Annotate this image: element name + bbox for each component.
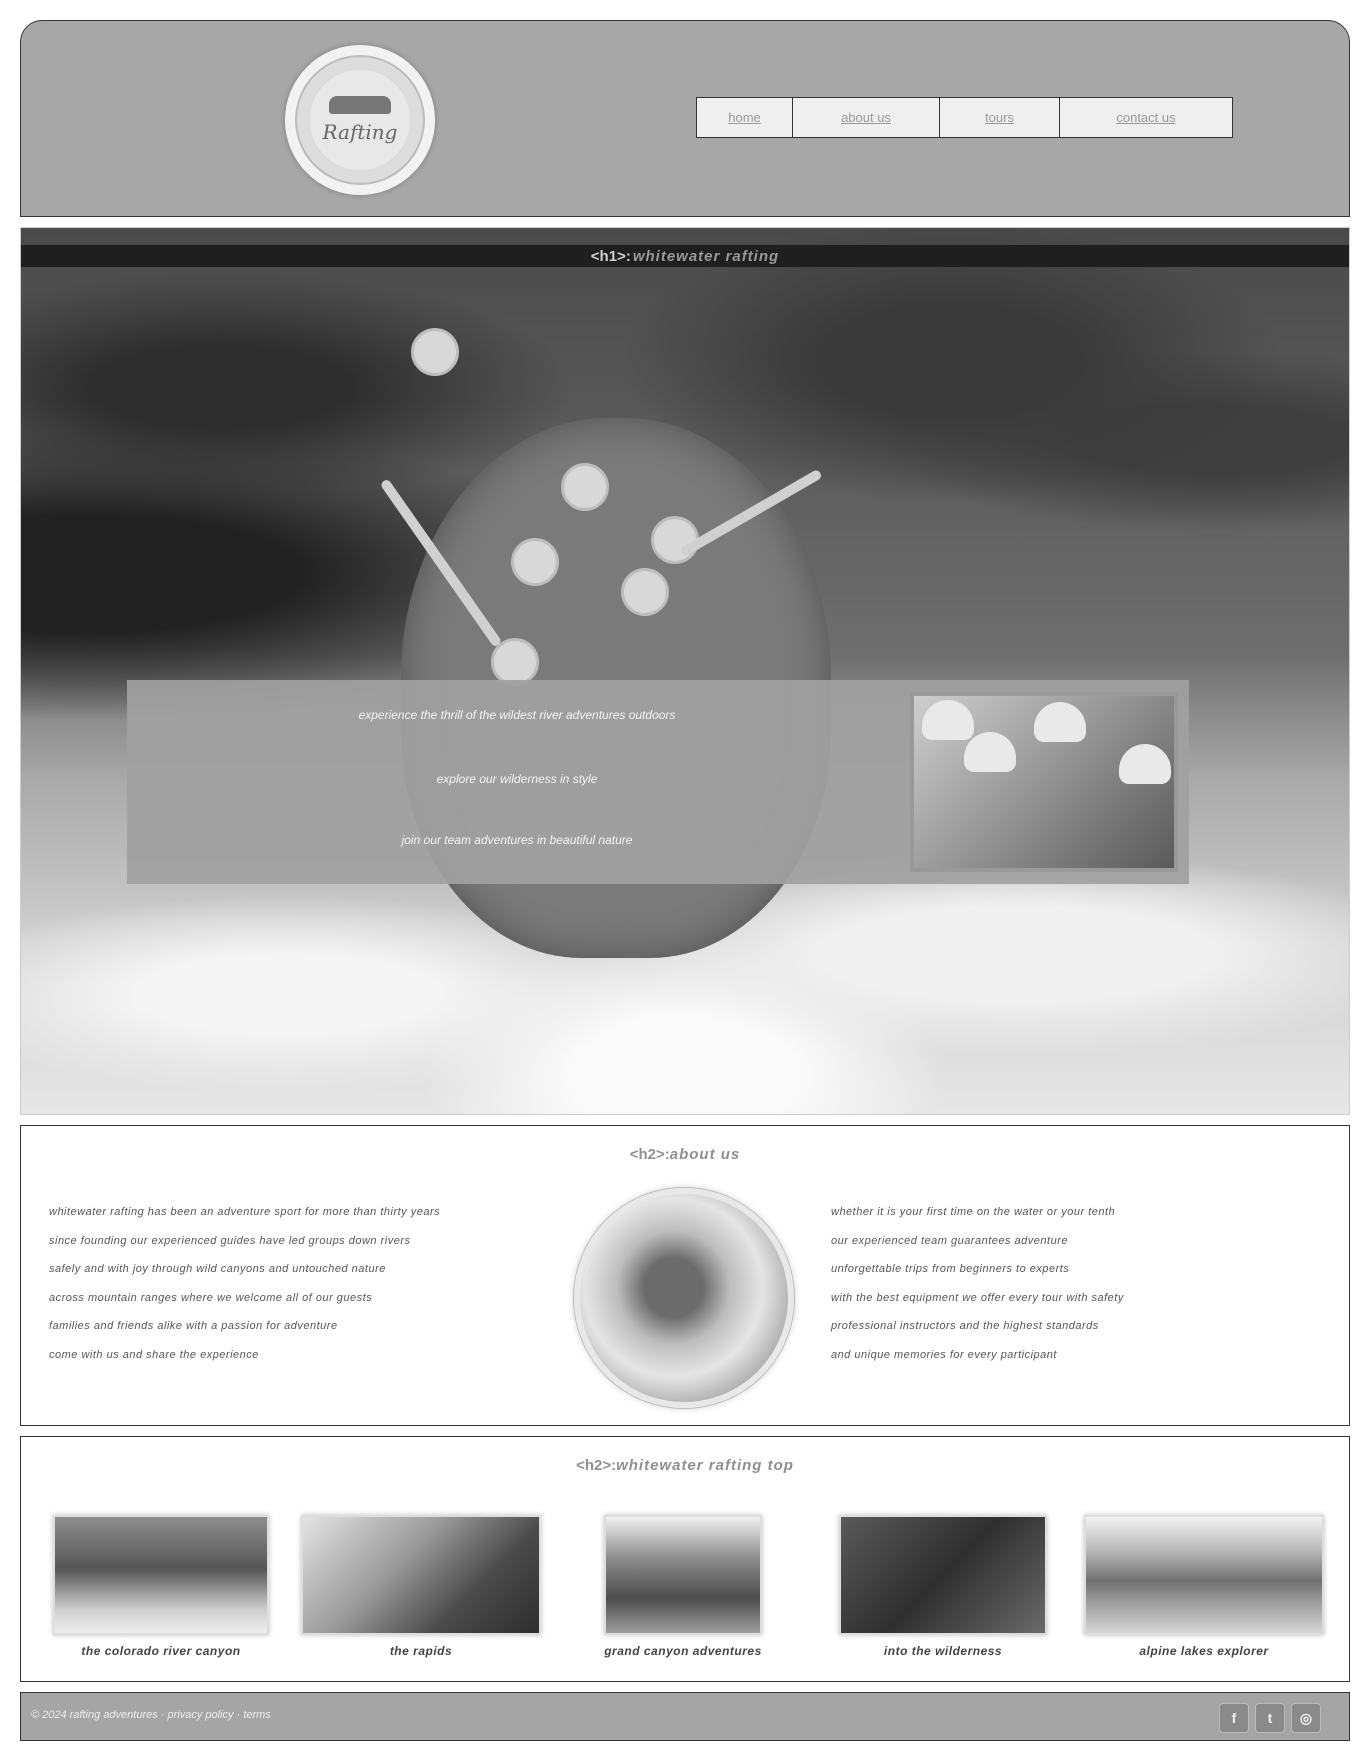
logo-text: Rafting <box>322 120 398 144</box>
instagram-icon[interactable]: ◎ <box>1291 1703 1321 1733</box>
logo-badge: Rafting <box>310 70 410 170</box>
rafter <box>411 328 459 376</box>
rafter <box>561 463 609 511</box>
rafter <box>491 638 539 686</box>
heading-tag: <h2>: <box>576 1457 617 1474</box>
hero-title: <h1>: whitewater rafting <box>21 245 1349 267</box>
paragraph-line: unforgettable trips from beginners to ex… <box>831 1263 1070 1275</box>
paragraph-line: whitewater rafting has been an adventure… <box>49 1206 441 1218</box>
nav-item-tours[interactable]: tours <box>940 98 1060 137</box>
destinations-section: <h2>:whitewater rafting top the colorado… <box>20 1436 1350 1682</box>
destination-image[interactable] <box>604 1515 762 1635</box>
destination-image[interactable] <box>839 1515 1047 1635</box>
destinations-heading: <h2>:whitewater rafting top <box>21 1457 1349 1474</box>
destination-caption[interactable]: alpine lakes explorer <box>1084 1644 1324 1658</box>
helmet <box>1034 702 1086 742</box>
helmet <box>1119 744 1171 784</box>
twitter-icon[interactable]: t <box>1255 1703 1285 1733</box>
raft-icon <box>329 96 391 114</box>
paragraph-line: whether it is your first time on the wat… <box>831 1206 1116 1218</box>
hero-intro-panel: experience the thrill of the wildest riv… <box>127 680 1189 884</box>
heading-tag: <h1>: <box>590 247 631 265</box>
heading-tag: <h2>: <box>629 1146 670 1163</box>
destination-image[interactable] <box>53 1515 269 1635</box>
destination-caption[interactable]: the colorado river canyon <box>41 1644 281 1658</box>
nav-item-home[interactable]: home <box>697 98 793 137</box>
hero-line: explore our wilderness in style <box>436 772 598 786</box>
site-header: Rafting home about us tours contact us <box>20 20 1350 217</box>
paragraph-line: safely and with joy through wild canyons… <box>49 1263 386 1275</box>
destination-caption[interactable]: the rapids <box>301 1644 541 1658</box>
destination-image[interactable] <box>1084 1515 1324 1635</box>
paragraph-line: across mountain ranges where we welcome … <box>49 1291 373 1304</box>
facebook-icon[interactable]: f <box>1219 1703 1249 1733</box>
hero-line: join our team adventures in beautiful na… <box>401 833 633 847</box>
about-heading-text: about us <box>669 1146 741 1163</box>
paragraph-line: come with us and share the experience <box>49 1348 259 1361</box>
about-section: <h2>:about us whitewater rafting has bee… <box>20 1125 1350 1426</box>
site-logo[interactable]: Rafting <box>285 45 435 195</box>
helmet <box>922 700 974 740</box>
site-footer: © 2024 rafting adventures · privacy poli… <box>20 1692 1350 1741</box>
hero-section: <h1>: whitewater rafting experience the … <box>20 227 1350 1115</box>
destination-caption[interactable]: grand canyon adventures <box>566 1644 800 1658</box>
main-nav: home about us tours contact us <box>696 97 1233 138</box>
about-heading: <h2>:about us <box>21 1146 1349 1163</box>
helmet <box>964 732 1016 772</box>
nav-item-contact[interactable]: contact us <box>1060 98 1232 137</box>
footer-text: © 2024 rafting adventures · privacy poli… <box>31 1709 271 1721</box>
about-left-paragraph: whitewater rafting has been an adventure… <box>49 1198 529 1369</box>
paragraph-line: and unique memories for every participan… <box>831 1348 1057 1361</box>
destinations-heading-text: whitewater rafting top <box>616 1457 794 1474</box>
hero-line: experience the thrill of the wildest riv… <box>358 708 676 722</box>
about-right-paragraph: whether it is your first time on the wat… <box>831 1198 1331 1369</box>
hero-group-photo <box>910 692 1178 872</box>
about-round-image <box>574 1188 794 1408</box>
paragraph-line: since founding our experienced guides ha… <box>49 1234 411 1247</box>
nav-item-about[interactable]: about us <box>793 98 940 137</box>
paragraph-line: with the best equipment we offer every t… <box>831 1291 1124 1304</box>
destination-caption[interactable]: into the wilderness <box>821 1644 1065 1658</box>
rafter <box>511 538 559 586</box>
paragraph-line: professional instructors and the highest… <box>831 1320 1099 1332</box>
destination-image[interactable] <box>301 1515 541 1635</box>
paragraph-line: our experienced team guarantees adventur… <box>831 1234 1068 1247</box>
rafter <box>621 568 669 616</box>
paragraph-line: families and friends alike with a passio… <box>49 1320 338 1332</box>
hero-title-text: whitewater rafting <box>632 247 780 265</box>
